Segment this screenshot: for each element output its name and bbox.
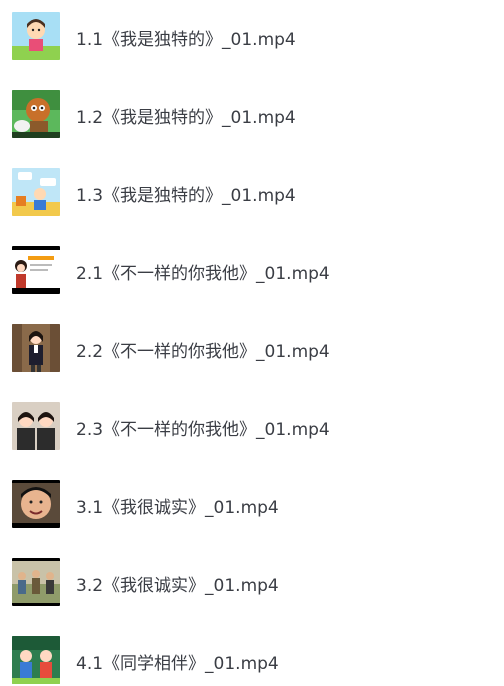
file-row[interactable]: 1.2《我是独特的》_01.mp4 xyxy=(0,90,504,140)
file-name[interactable]: 3.1《我很诚实》_01.mp4 xyxy=(76,493,279,518)
cartoon-girl-thumbnail xyxy=(12,12,60,60)
two-students-thumbnail xyxy=(12,402,60,450)
file-row[interactable]: 4.1《同学相伴》_01.mp4 xyxy=(0,636,504,686)
outdoor-scene-thumbnail xyxy=(12,558,60,606)
file-name[interactable]: 2.1《不一样的你我他》_01.mp4 xyxy=(76,259,330,284)
file-name[interactable]: 1.1《我是独特的》_01.mp4 xyxy=(76,25,296,50)
boy-closeup-thumbnail xyxy=(12,480,60,528)
file-name[interactable]: 4.1《同学相伴》_01.mp4 xyxy=(76,649,279,674)
file-row[interactable]: 2.1《不一样的你我他》_01.mp4 xyxy=(0,246,504,296)
file-name[interactable]: 1.2《我是独特的》_01.mp4 xyxy=(76,103,296,128)
file-row[interactable]: 1.3《我是独特的》_01.mp4 xyxy=(0,168,504,218)
classmates-thumbnail xyxy=(12,636,60,684)
file-name[interactable]: 2.2《不一样的你我他》_01.mp4 xyxy=(76,337,330,362)
file-name[interactable]: 3.2《我很诚实》_01.mp4 xyxy=(76,571,279,596)
girl-slide-thumbnail xyxy=(12,246,60,294)
file-row[interactable]: 3.1《我很诚实》_01.mp4 xyxy=(0,480,504,530)
cartoon-animal-thumbnail xyxy=(12,90,60,138)
file-row[interactable]: 2.3《不一样的你我他》_01.mp4 xyxy=(0,402,504,452)
file-row[interactable]: 3.2《我很诚实》_01.mp4 xyxy=(0,558,504,608)
file-name[interactable]: 1.3《我是独特的》_01.mp4 xyxy=(76,181,296,206)
file-row[interactable]: 2.2《不一样的你我他》_01.mp4 xyxy=(0,324,504,374)
file-row[interactable]: 1.1《我是独特的》_01.mp4 xyxy=(0,12,504,62)
file-name[interactable]: 2.3《不一样的你我他》_01.mp4 xyxy=(76,415,330,440)
cartoon-classroom-thumbnail xyxy=(12,168,60,216)
girl-standing-thumbnail xyxy=(12,324,60,372)
